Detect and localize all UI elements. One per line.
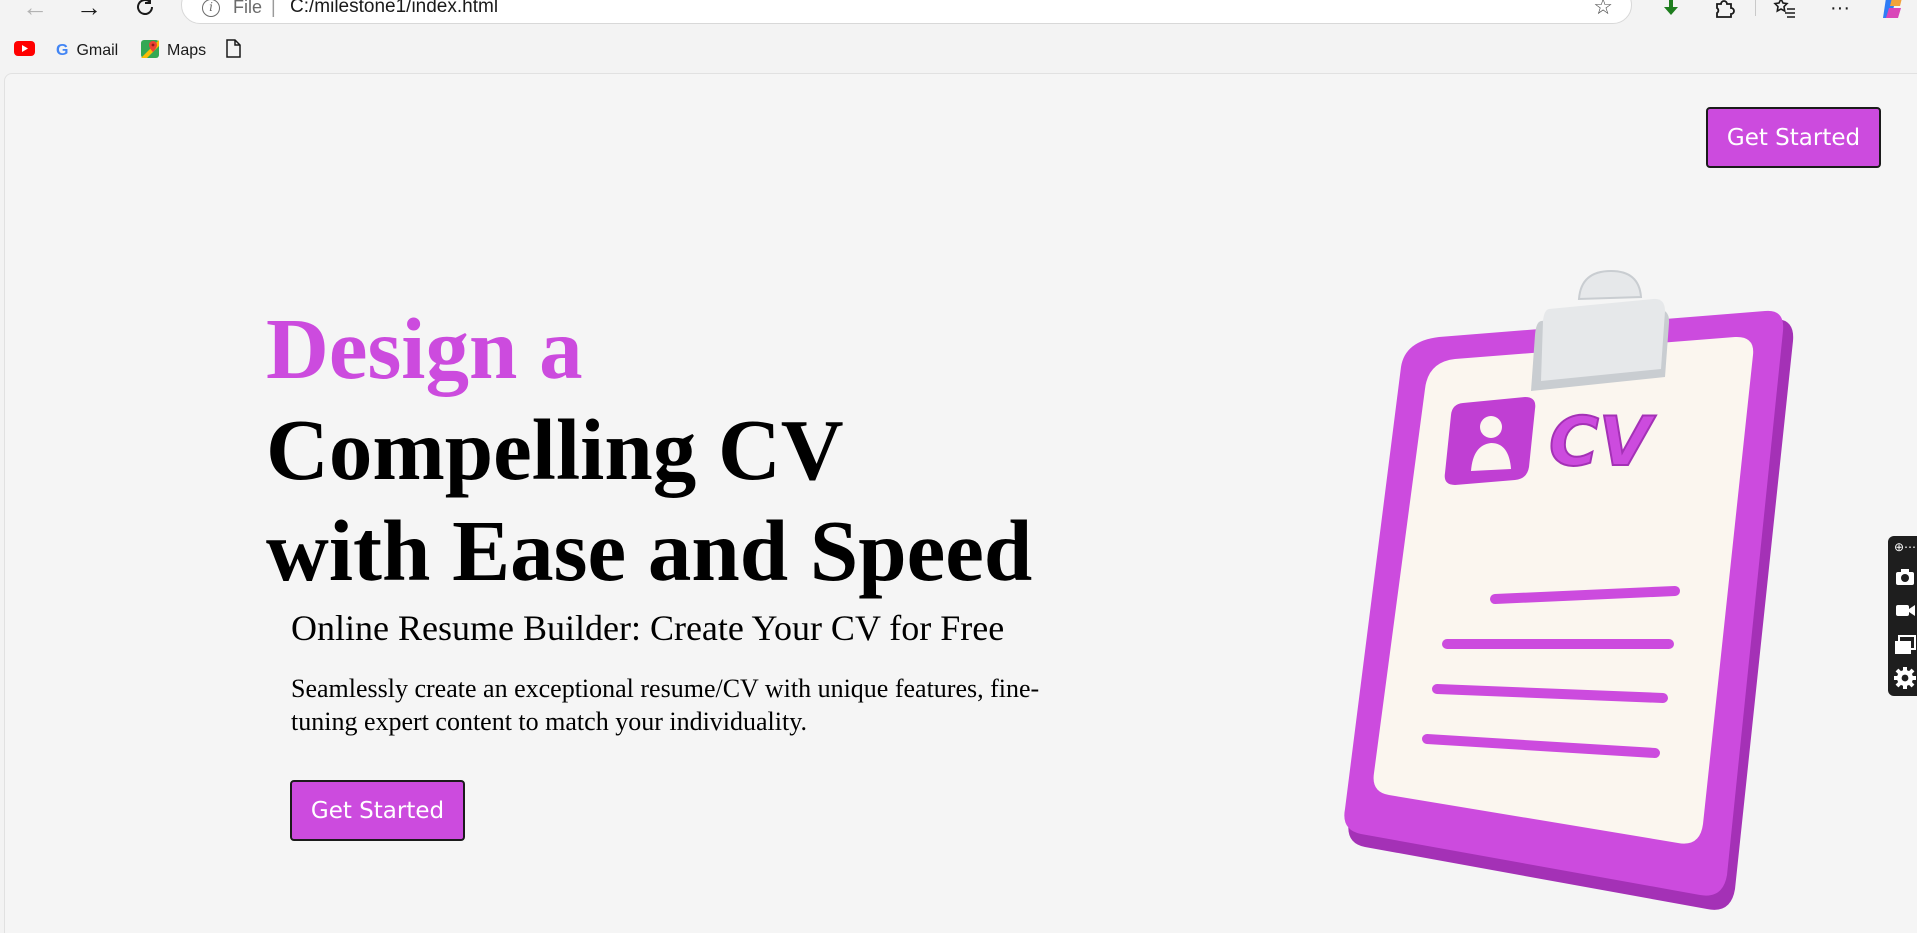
hero-description: Seamlessly create an exceptional resume/… [291, 674, 1040, 736]
bookmark-youtube[interactable] [14, 36, 43, 66]
download-icon[interactable] [1656, 0, 1686, 21]
favorites-icon[interactable] [1770, 0, 1800, 21]
avatar-icon [1444, 397, 1536, 485]
bookmarks-bar: G Gmail Maps [0, 36, 1917, 66]
address-separator: | [271, 0, 276, 17]
hero-title-accent: Design a [266, 300, 583, 397]
more-icon[interactable]: ··· [1825, 0, 1855, 21]
settings-icon[interactable] [1893, 666, 1917, 690]
document-icon [226, 39, 241, 63]
more-icon[interactable]: ⊕⋯ [1894, 540, 1916, 554]
forward-icon[interactable]: → [72, 0, 106, 20]
copilot-icon[interactable] [1878, 0, 1908, 21]
refresh-icon[interactable] [128, 0, 162, 20]
clipboard-clip [1541, 298, 1665, 381]
side-panel: ⊕⋯ [1888, 536, 1917, 696]
google-icon: G [56, 42, 69, 59]
hero-title-line3: with Ease and Speed [266, 502, 1033, 599]
star-icon[interactable]: ☆ [1593, 0, 1613, 18]
hero-title: Design a Compelling CV with Ease and Spe… [266, 298, 1032, 601]
window-icon[interactable] [1893, 632, 1917, 656]
youtube-icon [14, 41, 35, 61]
cv-label: CV [1549, 403, 1657, 482]
page-viewport: Get Started Design a Compelling CV with … [4, 73, 1917, 933]
bookmark-maps[interactable]: Maps [141, 36, 206, 66]
address-scheme-label: File [233, 0, 263, 17]
back-icon[interactable]: ← [18, 0, 52, 20]
video-icon[interactable] [1893, 598, 1917, 622]
camera-icon[interactable] [1893, 564, 1917, 588]
info-icon[interactable]: i [202, 0, 220, 17]
clipboard-clip-top [1577, 269, 1643, 301]
hero-get-started-button[interactable]: Get Started [290, 780, 465, 841]
bookmark-label: Maps [167, 42, 207, 59]
bookmark-label: Gmail [76, 42, 119, 59]
address-bar[interactable]: i File | C:/milestone1/index.html ☆ [181, 0, 1632, 24]
address-url[interactable]: C:/milestone1/index.html [290, 0, 498, 18]
extensions-icon[interactable] [1709, 0, 1739, 21]
bookmark-document[interactable] [226, 36, 249, 66]
browser-toolbar: ← → i File | C:/milestone1/index.html ☆ … [0, 0, 1917, 24]
hero-title-line2: Compelling CV [266, 401, 844, 498]
hero-subtitle: Online Resume Builder: Create Your CV fo… [291, 608, 1005, 648]
bookmark-gmail[interactable]: G Gmail [56, 36, 118, 66]
cv-clipboard-illustration: CV [1344, 269, 1794, 910]
toolbar-divider [1755, 0, 1756, 16]
header-get-started-button[interactable]: Get Started [1706, 107, 1881, 168]
avatar-head [1480, 416, 1502, 438]
maps-icon [141, 39, 159, 63]
